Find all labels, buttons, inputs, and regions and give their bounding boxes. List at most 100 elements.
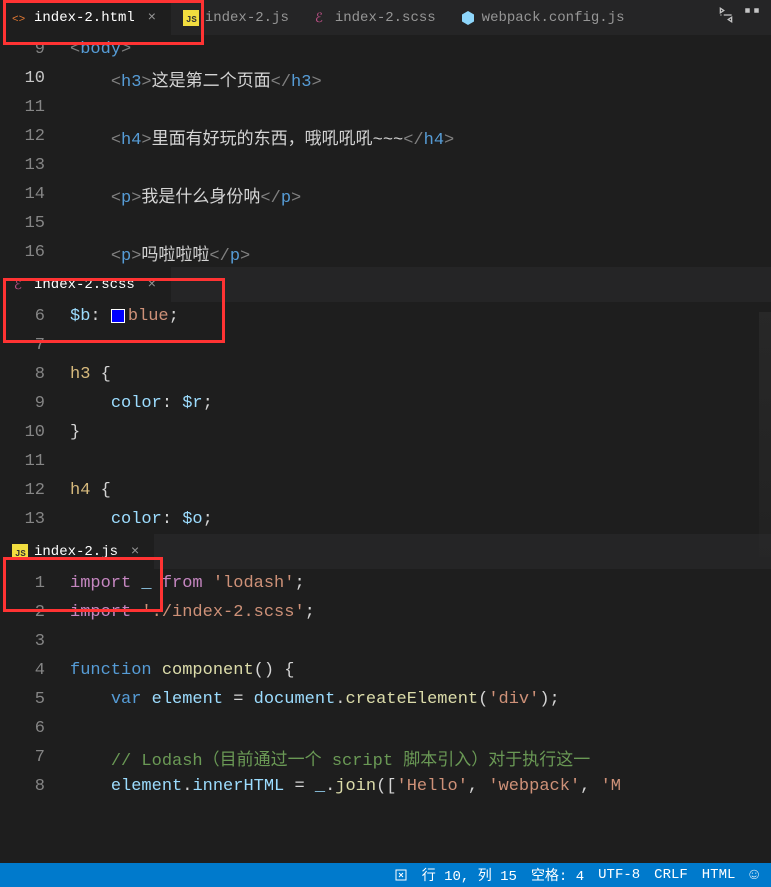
svg-text:ℰ: ℰ: [14, 278, 22, 293]
code-content: <h4>里面有好玩的东西，哦吼吼吼~~~</h4>: [70, 124, 454, 150]
code-content: <p>我是什么身份呐</p>: [70, 182, 301, 208]
close-icon[interactable]: ×: [128, 544, 142, 560]
line-number: 12: [0, 481, 70, 500]
html-file-icon: <>: [12, 10, 28, 26]
code-line[interactable]: 14 <p>我是什么身份呐</p>: [0, 180, 771, 209]
webpack-file-icon: [460, 10, 476, 26]
color-swatch: [111, 309, 125, 323]
line-number: 16: [0, 243, 70, 262]
editor-pane-scss[interactable]: 6$b: blue;78h3 {9 color: $r;10}1112h4 {1…: [0, 302, 771, 534]
svg-text:JS: JS: [186, 15, 197, 25]
code-line[interactable]: 13: [0, 151, 771, 180]
status-spaces[interactable]: 空格: 4: [531, 865, 584, 885]
compare-icon[interactable]: [717, 6, 735, 29]
line-number: 15: [0, 214, 70, 233]
line-number: 7: [0, 336, 70, 355]
line-number: 5: [0, 690, 70, 709]
line-number: 3: [0, 632, 70, 651]
code-line[interactable]: 8 element.innerHTML = _.join(['Hello', '…: [0, 772, 771, 801]
code-content: color: $r;: [70, 394, 213, 413]
line-number: 7: [0, 748, 70, 767]
line-number: 2: [0, 603, 70, 622]
js-file-icon: JS: [183, 10, 199, 26]
code-line[interactable]: 10 <h3>这是第二个页面</h3>: [0, 64, 771, 93]
editor-pane-js[interactable]: 1import _ from 'lodash';2import './index…: [0, 569, 771, 801]
tab-label: index-2.js: [34, 544, 118, 560]
code-line[interactable]: 11: [0, 447, 771, 476]
code-line[interactable]: 15: [0, 209, 771, 238]
line-number: 12: [0, 127, 70, 146]
status-language[interactable]: HTML: [702, 867, 736, 883]
status-encoding[interactable]: UTF-8: [598, 867, 640, 883]
code-content: <h3>这是第二个页面</h3>: [70, 66, 322, 92]
tab-label: index-2.scss: [34, 277, 135, 293]
svg-text:<>: <>: [12, 14, 25, 26]
scss-file-icon: ℰ: [12, 277, 28, 293]
code-line[interactable]: 7 // Lodash（目前通过一个 script 脚本引入）对于执行这一: [0, 743, 771, 772]
line-number: 4: [0, 661, 70, 680]
code-line[interactable]: 6$b: blue;: [0, 302, 771, 331]
tab-index-2-js[interactable]: JS index-2.js: [171, 0, 301, 35]
code-line[interactable]: 16 <p>吗啦啦啦</p>: [0, 238, 771, 267]
code-line[interactable]: 3: [0, 627, 771, 656]
code-line[interactable]: 7: [0, 331, 771, 360]
mid-tab-bar: ℰ index-2.scss ×: [0, 267, 771, 302]
code-line[interactable]: 2import './index-2.scss';: [0, 598, 771, 627]
code-line[interactable]: 6: [0, 714, 771, 743]
code-content: h4 {: [70, 481, 111, 500]
tab-js-bottom[interactable]: JS index-2.js ×: [0, 534, 154, 569]
code-line[interactable]: 9<body>: [0, 35, 771, 64]
close-icon[interactable]: ×: [145, 277, 159, 293]
code-content: import './index-2.scss';: [70, 603, 315, 622]
code-content: // Lodash（目前通过一个 script 脚本引入）对于执行这一: [70, 745, 590, 771]
code-line[interactable]: 1import _ from 'lodash';: [0, 569, 771, 598]
status-position[interactable]: 行 10, 列 15: [422, 865, 517, 885]
tab-scss-mid[interactable]: ℰ index-2.scss ×: [0, 267, 171, 302]
line-number: 9: [0, 394, 70, 413]
code-line[interactable]: 9 color: $r;: [0, 389, 771, 418]
code-line[interactable]: 5 var element = document.createElement('…: [0, 685, 771, 714]
minimap[interactable]: [759, 312, 771, 557]
line-number: 11: [0, 98, 70, 117]
line-number: 1: [0, 574, 70, 593]
code-content: element.innerHTML = _.join(['Hello', 'we…: [70, 777, 621, 796]
tab-index-2-html[interactable]: <> index-2.html ×: [0, 0, 171, 35]
svg-text:JS: JS: [15, 549, 26, 559]
code-content: }: [70, 423, 80, 442]
code-content: <p>吗啦啦啦</p>: [70, 240, 250, 266]
tab-webpack-config[interactable]: webpack.config.js: [448, 0, 637, 35]
code-line[interactable]: 8h3 {: [0, 360, 771, 389]
errors-icon[interactable]: [394, 868, 408, 882]
code-content: var element = document.createElement('di…: [70, 690, 560, 709]
line-number: 10: [0, 423, 70, 442]
code-line[interactable]: 10}: [0, 418, 771, 447]
line-number: 6: [0, 719, 70, 738]
code-content: <body>: [70, 40, 131, 59]
more-icon[interactable]: [743, 6, 761, 29]
code-line[interactable]: 11: [0, 93, 771, 122]
code-line[interactable]: 12 <h4>里面有好玩的东西，哦吼吼吼~~~</h4>: [0, 122, 771, 151]
code-line[interactable]: 13 color: $o;: [0, 505, 771, 534]
tab-label: webpack.config.js: [482, 10, 625, 26]
line-number: 14: [0, 185, 70, 204]
code-content: function component() {: [70, 661, 294, 680]
toolbar-right: [717, 6, 771, 29]
status-bar: 行 10, 列 15 空格: 4 UTF-8 CRLF HTML ☺: [0, 863, 771, 887]
tab-label: index-2.scss: [335, 10, 436, 26]
feedback-icon[interactable]: ☺: [749, 866, 759, 884]
tab-label: index-2.html: [34, 10, 135, 26]
close-icon[interactable]: ×: [145, 10, 159, 26]
js-file-icon: JS: [12, 544, 28, 560]
code-content: import _ from 'lodash';: [70, 574, 305, 593]
editor-pane-html[interactable]: 9<body>10 <h3>这是第二个页面</h3>1112 <h4>里面有好玩…: [0, 35, 771, 267]
code-line[interactable]: 12h4 {: [0, 476, 771, 505]
line-number: 8: [0, 777, 70, 796]
code-line[interactable]: 4function component() {: [0, 656, 771, 685]
code-content: $b: blue;: [70, 307, 179, 326]
line-number: 13: [0, 156, 70, 175]
tab-index-2-scss[interactable]: ℰ index-2.scss: [301, 0, 448, 35]
line-number: 10: [0, 69, 70, 88]
line-number: 13: [0, 510, 70, 529]
line-number: 6: [0, 307, 70, 326]
status-eol[interactable]: CRLF: [654, 867, 688, 883]
